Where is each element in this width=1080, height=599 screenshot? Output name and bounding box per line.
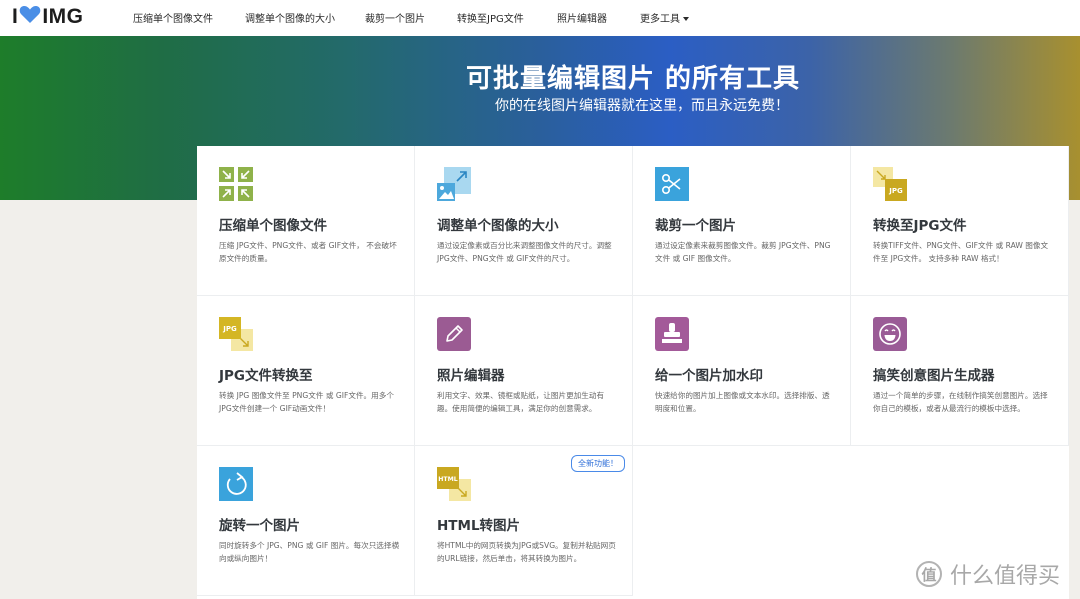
- tool-card-convert-from-jpg[interactable]: JPG JPG文件转换至 转换 JPG 图像文件至 PNG文件 或 GIF文件。…: [197, 296, 415, 446]
- nav-compress[interactable]: 压缩单个图像文件: [133, 10, 213, 25]
- nav-convert-jpg[interactable]: 转换至JPG文件: [457, 10, 524, 25]
- pencil-icon: [437, 317, 471, 351]
- tool-card-meme[interactable]: 搞笑创意图片生成器 通过一个简单的步骤，在线制作搞笑创意图片。选择你自己的模板，…: [851, 296, 1069, 446]
- tool-card-watermark[interactable]: 给一个图片加水印 快速给你的图片加上图像或文本水印。选择排版、透明度和位置。: [633, 296, 851, 446]
- tool-desc: 转换TIFF文件、PNG文件、GIF文件 或 RAW 图像文件至 JPG文件。 …: [873, 241, 1049, 263]
- watermark-logo: 值: [916, 561, 942, 587]
- tool-card-photo-editor[interactable]: 照片编辑器 利用文字、效果、镜框或贴纸，让图片更加生动有趣。使用简便的编辑工具，…: [415, 296, 633, 446]
- resize-icon: [437, 167, 471, 201]
- tool-card-html-to-image[interactable]: 全新功能！ HTML HTML转图片 将HTML中的网页转换为JPG或SVG。复…: [415, 446, 633, 596]
- stamp-icon: [655, 317, 689, 351]
- site-watermark: 值 什么值得买: [916, 558, 1060, 590]
- tool-desc: 通过设定像素来裁剪图像文件。裁剪 JPG文件、PNG文件 或 GIF 图像文件。: [655, 241, 831, 263]
- tool-desc: 压缩 JPG文件、PNG文件、或者 GIF文件， 不会破坏原文件的质量。: [219, 241, 397, 263]
- convert-from-jpg-icon: JPG: [219, 317, 253, 351]
- tool-title: 调整单个图像的大小: [437, 218, 559, 234]
- chevron-down-icon: [683, 17, 689, 21]
- tools-grid: 压缩单个图像文件 压缩 JPG文件、PNG文件、或者 GIF文件， 不会破坏原文…: [197, 146, 1069, 599]
- tool-title: 照片编辑器: [437, 368, 505, 384]
- svg-text:JPG: JPG: [888, 187, 903, 195]
- watermark-text: 什么值得买: [950, 564, 1061, 589]
- tool-desc: 通过设定像素或百分比来调整图像文件的尺寸。调整 JPG文件、PNG文件 或 GI…: [437, 241, 612, 263]
- hero-title: 可批量编辑图片 的所有工具: [465, 64, 801, 94]
- compress-icon: [219, 167, 253, 201]
- tool-desc: 快速给你的图片加上图像或文本水印。选择排版、透明度和位置。: [655, 391, 830, 413]
- convert-to-jpg-icon: JPG: [873, 167, 907, 201]
- tool-desc: 通过一个简单的步骤，在线制作搞笑创意图片。选择你自己的模板，或者从最流行的模板中…: [873, 391, 1048, 413]
- tool-desc: 利用文字、效果、镜框或贴纸，让图片更加生动有趣。使用简便的编辑工具，满足你的创意…: [437, 391, 605, 413]
- logo-text-left: I: [12, 5, 19, 28]
- svg-text:JPG: JPG: [222, 325, 237, 333]
- tool-title: JPG文件转换至: [219, 368, 313, 384]
- tool-desc: 转换 JPG 图像文件至 PNG文件 或 GIF文件。用多个JPG文件创建一个 …: [219, 391, 394, 413]
- tool-title: 旋转一个图片: [219, 518, 300, 534]
- hero-subtitle: 你的在线图片编辑器就在这里，而且永远免费！: [495, 98, 789, 114]
- tool-title: 给一个图片加水印: [655, 368, 763, 384]
- nav-crop[interactable]: 裁剪一个图片: [365, 10, 425, 25]
- nav-more-label: 更多工具: [640, 14, 680, 25]
- tool-title: 压缩单个图像文件: [219, 218, 327, 234]
- tool-title: 裁剪一个图片: [655, 218, 736, 234]
- nav-resize[interactable]: 调整单个图像的大小: [245, 10, 335, 25]
- new-feature-badge: 全新功能！: [571, 455, 625, 472]
- logo[interactable]: I IMG: [12, 5, 84, 29]
- logo-text-right: IMG: [42, 5, 84, 28]
- html-icon: HTML: [437, 467, 471, 501]
- nav-photo-editor[interactable]: 照片编辑器: [557, 10, 607, 25]
- tool-card-convert-to-jpg[interactable]: JPG 转换至JPG文件 转换TIFF文件、PNG文件、GIF文件 或 RAW …: [851, 146, 1069, 296]
- svg-text:HTML: HTML: [438, 476, 458, 483]
- tool-title: HTML转图片: [437, 518, 521, 534]
- tool-title: 转换至JPG文件: [873, 218, 967, 234]
- tool-card-compress[interactable]: 压缩单个图像文件 压缩 JPG文件、PNG文件、或者 GIF文件， 不会破坏原文…: [197, 146, 415, 296]
- tool-card-resize[interactable]: 调整单个图像的大小 通过设定像素或百分比来调整图像文件的尺寸。调整 JPG文件、…: [415, 146, 633, 296]
- tool-title: 搞笑创意图片生成器: [873, 368, 995, 384]
- laugh-icon: [873, 317, 907, 351]
- top-navbar: I IMG 压缩单个图像文件 调整单个图像的大小 裁剪一个图片 转换至JPG文件…: [0, 0, 1080, 36]
- scissors-icon: [655, 167, 689, 201]
- heart-icon: [19, 5, 41, 30]
- tool-desc: 同时旋转多个 JPG、PNG 或 GIF 图片。每次只选择横向或纵向图片！: [219, 541, 400, 563]
- tool-desc: 将HTML中的网页转换为JPG或SVG。复制并粘贴网页的URL链接，然后单击，将…: [437, 541, 616, 563]
- tool-card-crop[interactable]: 裁剪一个图片 通过设定像素来裁剪图像文件。裁剪 JPG文件、PNG文件 或 GI…: [633, 146, 851, 296]
- nav-more-tools[interactable]: 更多工具: [640, 10, 689, 25]
- tool-card-rotate[interactable]: 旋转一个图片 同时旋转多个 JPG、PNG 或 GIF 图片。每次只选择横向或纵…: [197, 446, 415, 596]
- rotate-icon: [219, 467, 253, 501]
